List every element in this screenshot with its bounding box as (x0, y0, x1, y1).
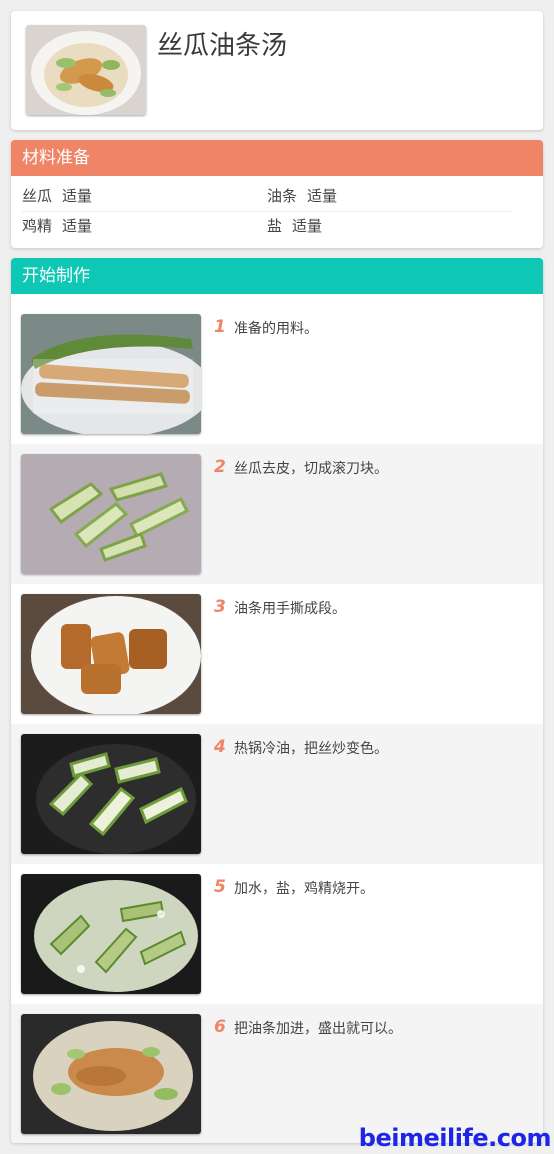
step-text: 油条用手撕成段。 (234, 601, 346, 617)
ingredient-item: 油条 适量 (267, 182, 512, 211)
ingredient-amount: 适量 (62, 187, 93, 205)
ingredients-heading: 材料准备 (11, 140, 543, 176)
ingredient-name: 鸡精 (22, 217, 53, 235)
step-photo[interactable] (21, 874, 201, 994)
step-item: 6 把油条加进，盛出就可以。 (11, 1004, 543, 1143)
ingredients-row: 丝瓜 适量 油条 适量 (22, 182, 512, 211)
step-photo[interactable] (21, 734, 201, 854)
step-number: 1 (214, 317, 226, 337)
step-number: 2 (214, 457, 226, 477)
step-text: 加水，盐，鸡精烧开。 (234, 881, 374, 897)
step-item: 2 丝瓜去皮，切成滚刀块。 (11, 444, 543, 584)
step-photo[interactable] (21, 314, 201, 434)
steps-heading: 开始制作 (11, 258, 543, 294)
steps-list: 1 准备的用料。 2 丝瓜去皮，切成滚刀块。 3 油条用手撕成段。 4 热锅冷油… (11, 304, 543, 1143)
step-photo[interactable] (21, 1014, 201, 1134)
recipe-title: 丝瓜油条汤 (157, 31, 288, 61)
step-number: 4 (214, 737, 226, 757)
ingredient-name: 丝瓜 (22, 187, 53, 205)
ingredients-row: 鸡精 适量 盐适量 (22, 211, 512, 240)
ingredient-item: 丝瓜 适量 (22, 182, 267, 211)
step-item: 4 热锅冷油，把丝炒变色。 (11, 724, 543, 864)
step-text: 热锅冷油，把丝炒变色。 (234, 741, 388, 757)
ingredient-name: 油条 (267, 187, 298, 205)
step-number: 6 (214, 1017, 226, 1037)
step-text: 准备的用料。 (234, 321, 318, 337)
ingredient-amount: 适量 (292, 217, 323, 235)
recipe-header-card: 丝瓜油条汤 (11, 11, 543, 130)
step-text: 把油条加进，盛出就可以。 (234, 1021, 402, 1037)
ingredient-item: 盐适量 (267, 212, 512, 240)
step-photo[interactable] (21, 454, 201, 574)
ingredient-amount: 适量 (62, 217, 93, 235)
steps-card: 开始制作 1 准备的用料。 2 丝瓜去皮，切成滚刀块。 3 油条用手撕成段。 4… (11, 258, 543, 1143)
step-number: 5 (214, 877, 226, 897)
step-item: 3 油条用手撕成段。 (11, 584, 543, 724)
step-item: 5 加水，盐，鸡精烧开。 (11, 864, 543, 1004)
step-text: 丝瓜去皮，切成滚刀块。 (234, 461, 388, 477)
step-photo[interactable] (21, 594, 201, 714)
ingredients-card: 材料准备 丝瓜 适量 油条 适量 鸡精 适量 盐适量 (11, 140, 543, 248)
ingredients-list: 丝瓜 适量 油条 适量 鸡精 适量 盐适量 (22, 182, 512, 240)
ingredient-amount: 适量 (307, 187, 338, 205)
ingredient-name: 盐 (267, 217, 283, 235)
step-number: 3 (214, 597, 226, 617)
recipe-cover-photo[interactable] (26, 25, 146, 115)
ingredient-item: 鸡精 适量 (22, 212, 267, 240)
site-watermark: beimeilife.com (358, 1124, 552, 1152)
step-item: 1 准备的用料。 (11, 304, 543, 444)
